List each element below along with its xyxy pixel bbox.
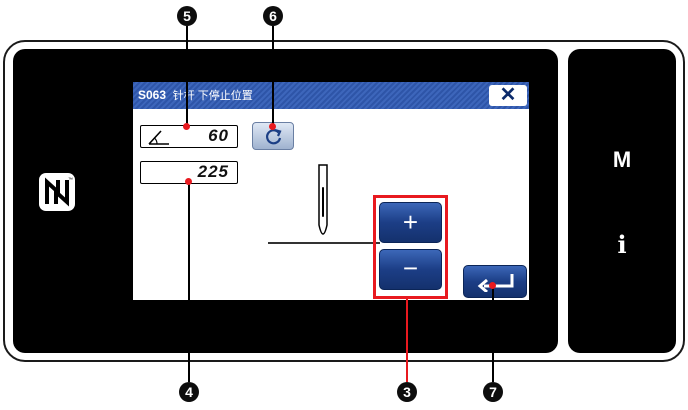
reset-icon: [266, 128, 282, 145]
leader-line-3: [406, 299, 408, 382]
callout-6: 6: [263, 6, 283, 26]
leader-dot-4: [185, 178, 192, 185]
increase-button[interactable]: +: [379, 202, 442, 243]
angle-value: 60: [208, 126, 229, 145]
screen-code: S063: [138, 88, 167, 102]
close-icon: ✕: [499, 84, 517, 106]
leader-line-5: [186, 26, 188, 125]
angle-icon: [148, 130, 169, 145]
nfc-icon: ™: [38, 172, 76, 212]
leader-line-4: [188, 180, 190, 382]
leader-dot-5: [183, 123, 190, 130]
callout-7: 7: [483, 382, 503, 402]
callout-4: 4: [179, 382, 199, 402]
callout-3: 3: [397, 382, 417, 402]
screen-name: 针杆 下停止位置: [172, 90, 253, 102]
decrease-button[interactable]: −: [379, 249, 442, 290]
close-button[interactable]: ✕: [489, 85, 527, 106]
leader-line-6: [272, 26, 274, 126]
enter-icon: [477, 274, 514, 292]
leader-dot-6: [269, 123, 276, 130]
leader-dot-7: [489, 282, 496, 289]
menu-key[interactable]: M: [607, 143, 637, 177]
screen-title: S063 针杆 下停止位置: [138, 85, 253, 105]
info-key[interactable]: i: [610, 228, 634, 262]
svg-text:™: ™: [68, 177, 73, 183]
thread-line: [268, 242, 380, 244]
enter-button[interactable]: [463, 265, 527, 298]
leader-line-7: [492, 285, 494, 382]
needle-icon: [313, 163, 333, 243]
side-key-panel: [568, 49, 676, 353]
callout-5: 5: [177, 6, 197, 26]
position-value: 225: [197, 162, 229, 181]
